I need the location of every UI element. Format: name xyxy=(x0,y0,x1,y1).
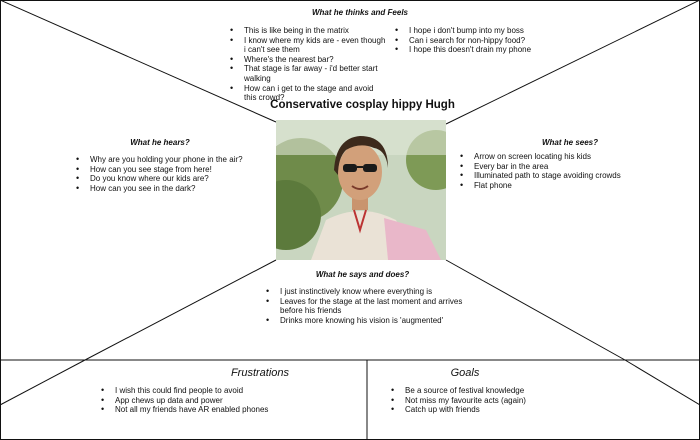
list-item: How can you see in the dark? xyxy=(74,184,274,194)
list-item: I wish this could find people to avoid xyxy=(99,386,329,396)
diagonal-top-right xyxy=(445,0,700,125)
list-item: Illuminated path to stage avoiding crowd… xyxy=(458,171,668,181)
list-item: Arrow on screen locating his kids xyxy=(458,152,668,162)
list-item: I hope this doesn't drain my phone xyxy=(393,45,538,55)
list-item: This is like being in the matrix xyxy=(228,26,388,36)
frustrations-heading: Frustrations xyxy=(230,367,290,379)
list-item: How can you see stage from here! xyxy=(74,165,274,175)
sees-list: Arrow on screen locating his kids Every … xyxy=(458,152,668,190)
persona-name: Conservative cosplay hippy Hugh xyxy=(270,99,455,111)
list-item: Where's the nearest bar? xyxy=(228,55,388,65)
sees-heading: What he sees? xyxy=(541,138,598,147)
list-item: Every bar in the area xyxy=(458,162,668,172)
list-item: Do you know where our kids are? xyxy=(74,174,274,184)
list-item: I just instinctively know where everythi… xyxy=(264,287,479,297)
thinks-feels-heading: What he thinks and Feels xyxy=(311,8,408,17)
list-item: Why are you holding your phone in the ai… xyxy=(74,155,274,165)
list-item: Drinks more knowing his vision is 'augme… xyxy=(264,316,479,326)
list-item: Leaves for the stage at the last moment … xyxy=(264,297,479,316)
list-item: App chews up data and power xyxy=(99,396,329,406)
list-item: Flat phone xyxy=(458,181,668,191)
hears-heading: What he hears? xyxy=(130,138,190,147)
list-item: Not all my friends have AR enabled phone… xyxy=(99,405,329,415)
list-item: I know where my kids are - even though i… xyxy=(228,36,388,55)
says-does-list: I just instinctively know where everythi… xyxy=(264,287,479,325)
says-does-heading: What he says and does? xyxy=(315,270,410,279)
corner-line-right xyxy=(624,359,700,406)
thinks-feels-list-left: This is like being in the matrix I know … xyxy=(228,26,388,103)
thinks-feels-list-right: I hope i don't bump into my boss Can i s… xyxy=(393,26,538,55)
hears-list: Why are you holding your phone in the ai… xyxy=(74,155,274,193)
list-item: Can i search for non-hippy food? xyxy=(393,36,538,46)
frustrations-list: I wish this could find people to avoid A… xyxy=(99,386,329,415)
goals-list: Be a source of festival knowledge Not mi… xyxy=(389,386,599,415)
list-item: Not miss my favourite acts (again) xyxy=(389,396,599,406)
list-item: Catch up with friends xyxy=(389,405,599,415)
corner-line-left xyxy=(0,359,86,406)
list-item: I hope i don't bump into my boss xyxy=(393,26,538,36)
list-item: Be a source of festival knowledge xyxy=(389,386,599,396)
goals-heading: Goals xyxy=(450,367,480,379)
persona-photo xyxy=(276,120,446,260)
diagonal-bottom-left xyxy=(84,259,277,361)
list-item: That stage is far away - i'd better star… xyxy=(228,64,388,83)
